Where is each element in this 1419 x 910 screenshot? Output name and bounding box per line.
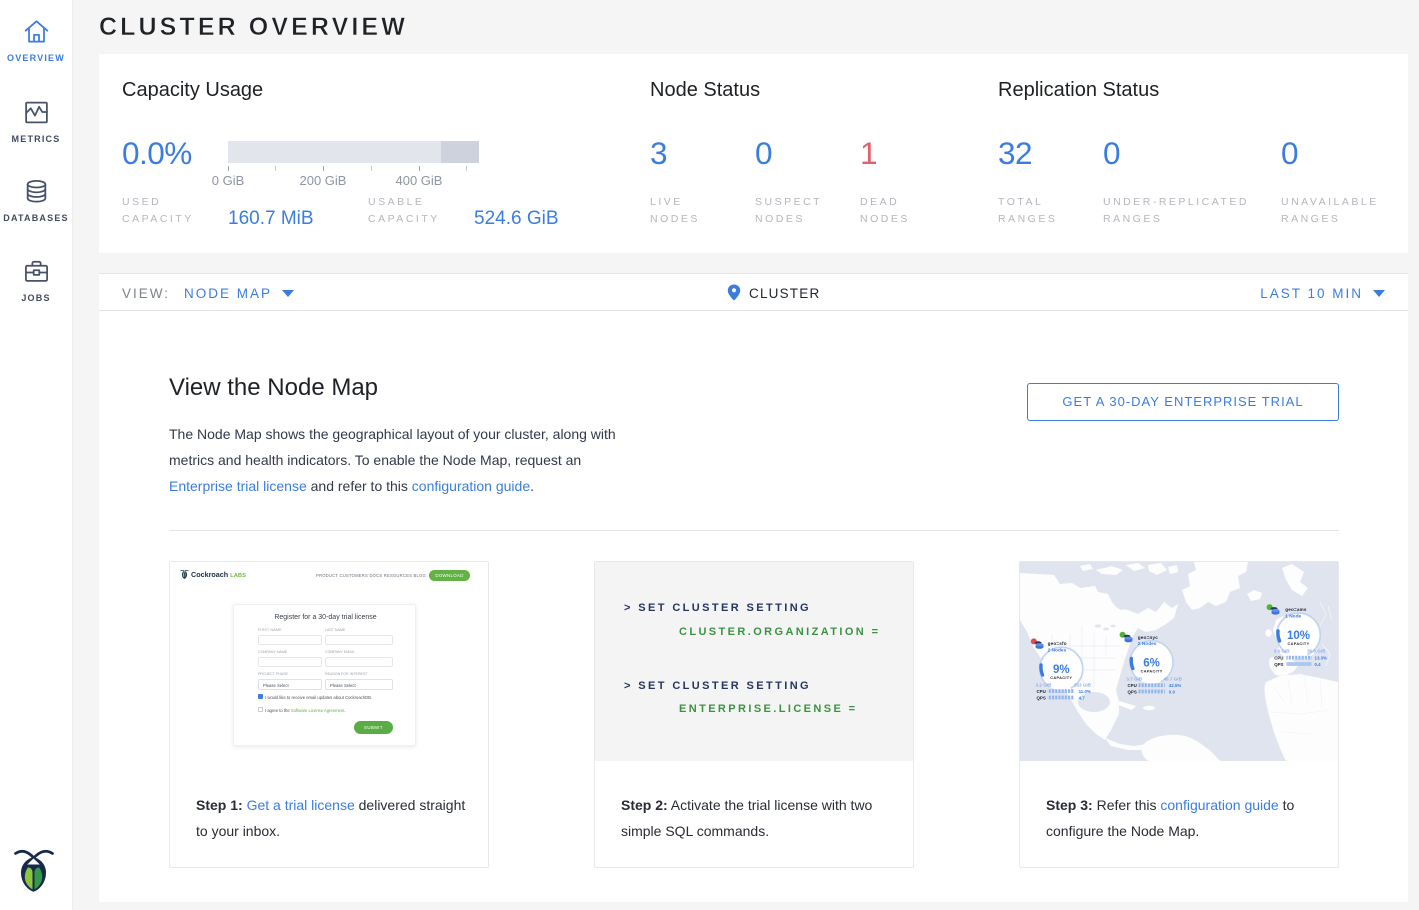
svg-text:353 GiB: 353 GiB	[1074, 683, 1092, 688]
svg-text:1 Node: 1 Node	[1285, 614, 1301, 620]
svg-text:CPU: CPU	[1128, 683, 1137, 688]
svg-text:CPU: CPU	[1274, 656, 1283, 661]
svg-text:geo=nyc: geo=nyc	[1138, 635, 1158, 640]
svg-text:45.7 GiB: 45.7 GiB	[1164, 676, 1183, 681]
svg-text:QPS: QPS	[1037, 695, 1046, 700]
svg-text:42.5%: 42.5%	[1169, 683, 1182, 688]
svg-text:2 Nodes: 2 Nodes	[1048, 647, 1067, 653]
svg-text:QPS: QPS	[1274, 662, 1283, 667]
svg-text:13.3%: 13.3%	[1315, 656, 1328, 661]
svg-text:0.4: 0.4	[1315, 662, 1322, 667]
svg-text:11.0%: 11.0%	[1079, 689, 1091, 694]
svg-text:QPS: QPS	[1128, 689, 1137, 694]
svg-text:CAPACITY: CAPACITY	[1050, 675, 1072, 680]
svg-text:0.0: 0.0	[1169, 689, 1176, 694]
svg-text:geo=sfo: geo=sfo	[1048, 641, 1067, 646]
svg-text:CAPACITY: CAPACITY	[1141, 669, 1163, 674]
svg-text:36.6 GiB: 36.6 GiB	[1307, 649, 1326, 654]
svg-text:2 Nodes: 2 Nodes	[1138, 641, 1157, 647]
svg-text:3.6 GiB: 3.6 GiB	[1274, 649, 1291, 654]
svg-text:geo=ams: geo=ams	[1285, 607, 1307, 612]
svg-text:3.7 GiB: 3.7 GiB	[1126, 676, 1143, 681]
svg-text:CPU: CPU	[1037, 689, 1046, 694]
svg-text:CAPACITY: CAPACITY	[1288, 641, 1310, 646]
svg-text:3.2 GiB: 3.2 GiB	[1036, 683, 1053, 688]
svg-text:4.7: 4.7	[1079, 695, 1086, 700]
